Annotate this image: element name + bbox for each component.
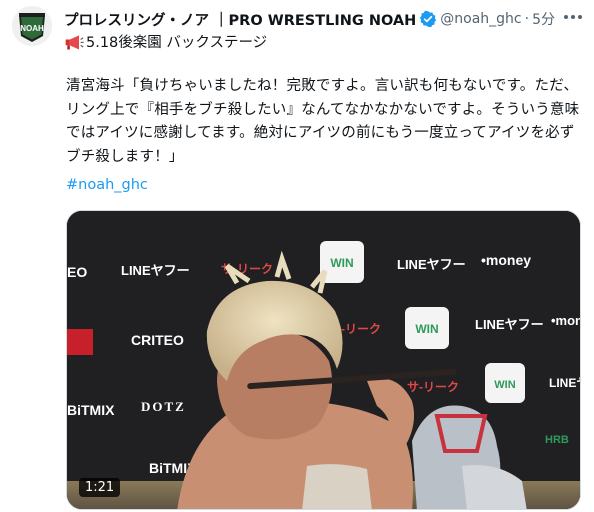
more-button[interactable] xyxy=(560,6,586,28)
post-time[interactable]: 5分 xyxy=(532,9,555,29)
win-logo-text-2: WIN xyxy=(415,322,438,336)
more-icon xyxy=(564,15,582,19)
account-handle[interactable]: @noah_ghc xyxy=(440,11,521,27)
sponsor-hrb: HRB xyxy=(545,434,569,446)
sponsor-money-2: •money xyxy=(551,313,581,328)
video-frame: EO LINEヤフー サ-リーク WIN LINEヤフー •money CRIT… xyxy=(67,211,581,509)
verified-badge-icon xyxy=(420,10,437,28)
sponsor-sariku-3: サ-リーク xyxy=(407,380,459,394)
separator-dot: · xyxy=(524,11,530,27)
sponsor-criteo: CRITEO xyxy=(131,332,184,348)
sponsor-bitmix-1: BiTMIX xyxy=(67,402,115,418)
noah-logo: NOAH xyxy=(12,6,52,46)
sponsor-line-2: LINEヤフー xyxy=(397,257,466,272)
avatar-text: NOAH xyxy=(20,24,44,33)
sponsor-line-3: LINEヤフー xyxy=(475,317,544,332)
sponsor-line-4: LINEヤフー xyxy=(549,376,581,390)
sponsor-fragment-eo: EO xyxy=(67,264,87,280)
megaphone-icon xyxy=(65,34,84,49)
subline-text: 5.18後楽園 バックステージ xyxy=(86,35,268,51)
win-logo-text-1: WIN xyxy=(330,256,353,270)
tweet-subline: 5.18後楽園 バックステージ xyxy=(64,31,267,52)
video-player[interactable]: EO LINEヤフー サ-リーク WIN LINEヤフー •money CRIT… xyxy=(66,210,581,510)
sponsor-money-1: •money xyxy=(481,252,531,268)
wrestler-trunks xyxy=(302,464,372,509)
tweet-body: 清宮海斗「負けちゃいましたね！完敗ですよ。言い訳も何もないです。ただ、リング上で… xyxy=(66,78,580,165)
hashtag-link[interactable]: #noah_ghc xyxy=(66,177,148,193)
win-logo-text-3: WIN xyxy=(494,379,515,391)
account-name[interactable]: プロレスリング・ノア ｜PRO WRESTLING NOAH xyxy=(64,9,416,30)
sponsor-line-1: LINEヤフー xyxy=(121,263,190,278)
video-duration: 1:21 xyxy=(79,478,121,497)
red-sponsor-tile xyxy=(67,329,93,355)
tweet-header: プロレスリング・ノア ｜PRO WRESTLING NOAH @noah_ghc… xyxy=(64,8,582,30)
sponsor-dotz-1: DOTZ xyxy=(141,399,186,414)
account-avatar[interactable]: NOAH xyxy=(12,6,52,46)
